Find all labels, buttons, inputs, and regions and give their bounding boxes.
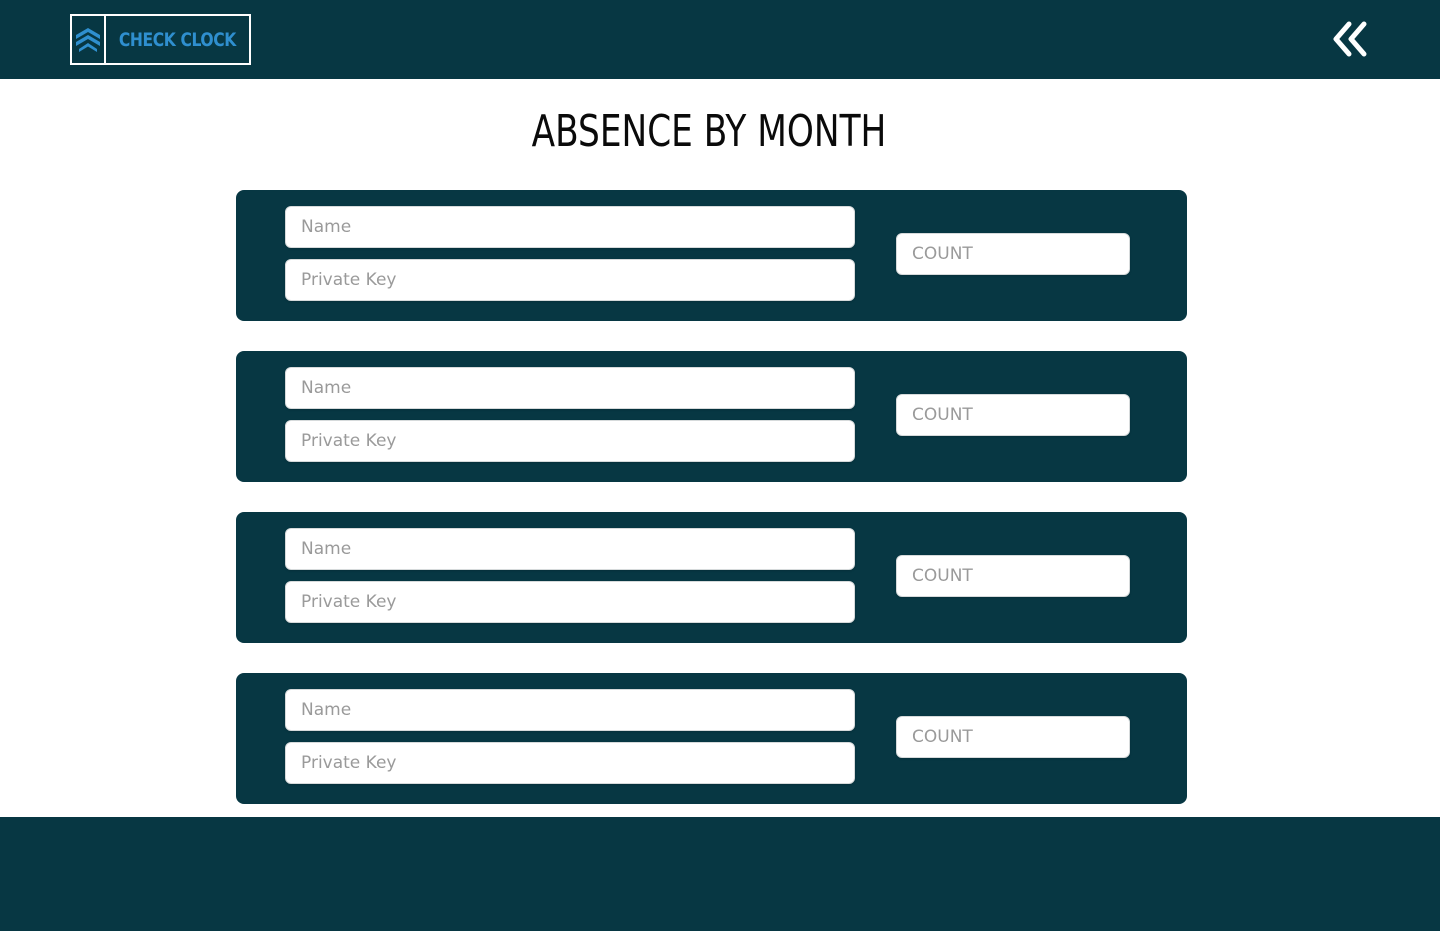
name-input[interactable] <box>285 528 855 570</box>
logo-text: CHECK CLOCK <box>119 28 237 51</box>
private-key-input[interactable] <box>285 259 855 301</box>
count-input[interactable] <box>896 716 1130 758</box>
absence-card <box>236 190 1187 321</box>
absence-card <box>236 673 1187 804</box>
footer-bar <box>0 817 1440 931</box>
header-bar: CHECK CLOCK <box>0 0 1440 79</box>
private-key-input[interactable] <box>285 581 855 623</box>
private-key-input[interactable] <box>285 420 855 462</box>
absence-card <box>236 512 1187 643</box>
count-input[interactable] <box>896 394 1130 436</box>
count-input[interactable] <box>896 555 1130 597</box>
collapse-button[interactable] <box>1330 20 1370 58</box>
absence-card <box>236 351 1187 482</box>
name-input[interactable] <box>285 206 855 248</box>
count-input[interactable] <box>896 233 1130 275</box>
private-key-input[interactable] <box>285 742 855 784</box>
page-title: ABSENCE BY MONTH <box>531 106 887 157</box>
name-input[interactable] <box>285 689 855 731</box>
name-input[interactable] <box>285 367 855 409</box>
logo[interactable]: CHECK CLOCK <box>70 14 251 65</box>
stacked-chevrons-icon <box>72 16 107 63</box>
double-chevron-left-icon <box>1333 21 1367 57</box>
